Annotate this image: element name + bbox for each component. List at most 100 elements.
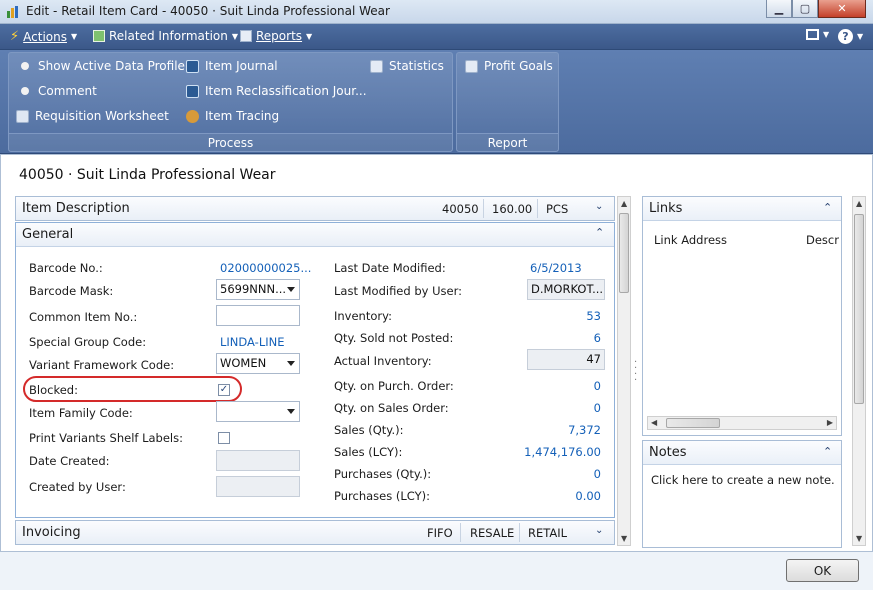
- special-group-code-value[interactable]: LINDA-LINE: [220, 335, 285, 349]
- comment-button[interactable]: Comment: [18, 84, 97, 98]
- link-address-column-header[interactable]: Link Address: [654, 233, 727, 247]
- sales-qty-value[interactable]: 7,372: [531, 423, 601, 437]
- unit-price-value: 160.00: [492, 202, 533, 216]
- report-group-label: Report: [457, 133, 558, 151]
- footer-bar: [0, 552, 873, 590]
- minimize-icon: ▁: [774, 2, 784, 15]
- date-created-field: [216, 450, 300, 471]
- actual-inventory-label: Actual Inventory:: [334, 354, 432, 368]
- item-reclassification-journal-button[interactable]: Item Reclassification Jour...: [186, 84, 367, 98]
- scroll-thumb[interactable]: [619, 213, 629, 293]
- maximize-button[interactable]: ▢: [792, 0, 818, 18]
- links-header[interactable]: Links: [643, 197, 841, 221]
- qty-on-purch-order-value[interactable]: 0: [531, 379, 601, 393]
- requisition-worksheet-button[interactable]: Requisition Worksheet: [16, 109, 169, 123]
- chevron-down-icon: ▼: [857, 32, 864, 41]
- barcode-no-value[interactable]: 02000000025...: [220, 261, 311, 275]
- scroll-down-icon[interactable]: ▼: [621, 534, 627, 543]
- scroll-down-icon[interactable]: ▼: [856, 534, 862, 543]
- item-family-code-select[interactable]: [216, 401, 300, 422]
- reports-menu[interactable]: Reports ▼: [240, 29, 312, 43]
- statistics-button[interactable]: Statistics: [370, 59, 444, 73]
- created-by-user-label: Created by User:: [29, 480, 126, 494]
- item-family-code-label: Item Family Code:: [29, 406, 133, 420]
- item-description-fasttab[interactable]: Item Description 40050 160.00 PCS ⌄: [15, 196, 615, 221]
- lightning-icon: ⚡: [10, 29, 20, 44]
- page-title: 40050 · Suit Linda Professional Wear: [19, 167, 276, 183]
- qty-sold-not-posted-label: Qty. Sold not Posted:: [334, 331, 454, 345]
- print-variants-shelf-labels-checkbox[interactable]: [218, 432, 230, 444]
- main-scrollbar[interactable]: ▲ ▼: [617, 196, 631, 546]
- app-logo-icon: [6, 5, 20, 19]
- blocked-checkbox[interactable]: ✓: [218, 384, 230, 396]
- sales-lcy-value[interactable]: 1,474,176.00: [501, 445, 601, 459]
- chevron-down-icon: ▼: [70, 32, 78, 41]
- scroll-thumb[interactable]: [666, 418, 720, 428]
- chevron-down-icon: ⌄: [595, 525, 604, 536]
- related-information-menu[interactable]: Related Information ▼: [93, 29, 238, 43]
- minimize-button[interactable]: ▁: [766, 0, 792, 18]
- scroll-left-icon[interactable]: ◀: [651, 418, 657, 427]
- pane-splitter[interactable]: · · · ·: [634, 358, 638, 386]
- related-info-icon: [93, 30, 105, 42]
- barcode-no-label: Barcode No.:: [29, 261, 103, 275]
- last-modified-by-user-label: Last Modified by User:: [334, 284, 462, 298]
- chevron-up-icon[interactable]: ⌃: [595, 226, 604, 239]
- bullet-icon: [21, 62, 29, 70]
- links-factbox: Links ⌃ Link Address Descr ◀ ▶: [642, 196, 842, 436]
- create-note-link[interactable]: Click here to create a new note.: [651, 473, 835, 487]
- links-horizontal-scrollbar[interactable]: ◀ ▶: [647, 416, 837, 430]
- purchases-qty-value[interactable]: 0: [531, 467, 601, 481]
- profit-goals-button[interactable]: Profit Goals: [465, 59, 553, 73]
- inventory-value[interactable]: 53: [531, 309, 601, 323]
- notes-title: Notes: [649, 445, 687, 460]
- actions-menu[interactable]: ⚡ Actions ▼: [10, 29, 77, 44]
- general-header[interactable]: General: [16, 223, 614, 247]
- description-column-header[interactable]: Descr: [806, 233, 839, 247]
- variant-framework-code-label: Variant Framework Code:: [29, 358, 175, 372]
- scroll-thumb[interactable]: [854, 214, 864, 404]
- scroll-up-icon[interactable]: ▲: [621, 199, 627, 208]
- invoicing-fasttab[interactable]: Invoicing FIFO RESALE RETAIL ⌄: [15, 520, 615, 545]
- help-menu[interactable]: ? ▼: [838, 29, 863, 44]
- dropdown-arrow-icon: [287, 409, 295, 414]
- statistics-icon: [370, 59, 383, 73]
- barcode-mask-label: Barcode Mask:: [29, 284, 114, 298]
- show-active-data-profile-button[interactable]: Show Active Data Profile: [18, 59, 185, 73]
- worksheet-icon: [16, 109, 29, 123]
- scroll-up-icon[interactable]: ▲: [856, 199, 862, 208]
- sales-qty-label: Sales (Qty.):: [334, 423, 404, 437]
- purchases-lcy-label: Purchases (LCY):: [334, 489, 430, 503]
- posting-group-value: RESALE: [470, 526, 515, 540]
- item-tracing-button[interactable]: Item Tracing: [186, 109, 279, 123]
- tracing-icon: [186, 109, 199, 123]
- scroll-right-icon[interactable]: ▶: [827, 418, 833, 427]
- purchases-lcy-value[interactable]: 0.00: [531, 489, 601, 503]
- item-journal-button[interactable]: Item Journal: [186, 59, 278, 73]
- last-date-modified-label: Last Date Modified:: [334, 261, 446, 275]
- invoicing-title: Invoicing: [22, 525, 81, 540]
- dropdown-arrow-icon: [287, 361, 295, 366]
- chevron-up-icon[interactable]: ⌃: [823, 201, 832, 214]
- common-item-no-input[interactable]: [216, 305, 300, 326]
- ok-button[interactable]: OK: [786, 559, 859, 582]
- chevron-down-icon: ▼: [231, 31, 239, 41]
- variant-framework-code-select[interactable]: WOMEN: [216, 353, 300, 374]
- barcode-mask-select[interactable]: 5699NNN...: [216, 279, 300, 300]
- notes-header[interactable]: Notes: [643, 441, 841, 465]
- chevron-up-icon[interactable]: ⌃: [823, 445, 832, 458]
- date-created-label: Date Created:: [29, 454, 110, 468]
- divider: [460, 523, 461, 542]
- item-no-value: 40050: [442, 202, 479, 216]
- close-icon: ✕: [837, 2, 847, 15]
- qty-on-sales-order-value[interactable]: 0: [531, 401, 601, 415]
- report-icon: [465, 59, 478, 73]
- qty-sold-not-posted-value[interactable]: 6: [531, 331, 601, 345]
- common-item-no-label: Common Item No.:: [29, 310, 138, 324]
- maximize-icon: ▢: [799, 2, 811, 15]
- blocked-label: Blocked:: [29, 383, 78, 397]
- close-button[interactable]: ✕: [818, 0, 866, 18]
- layout-menu[interactable]: ▼: [806, 29, 829, 40]
- ribbon: Process Report Show Active Data Profile …: [0, 50, 873, 154]
- factbox-scrollbar[interactable]: ▲ ▼: [852, 196, 866, 546]
